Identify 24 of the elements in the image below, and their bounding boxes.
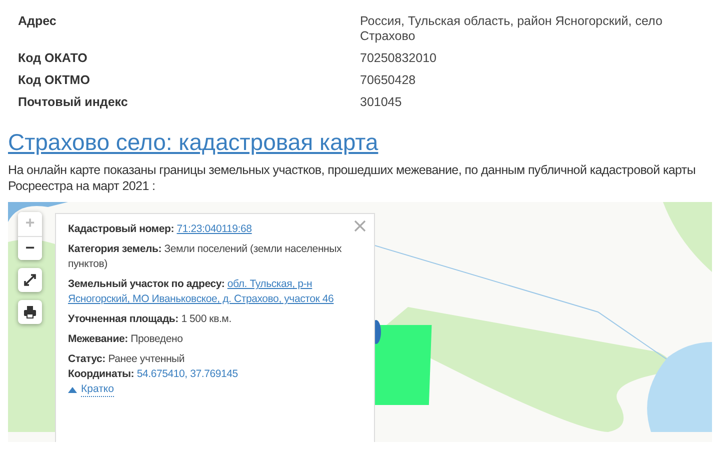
description-text: На онлайн карте показаны границы земельных участков, прошедших межевание, по данным публичной кадастровой карты Росреестра на март 2021 : [8, 162, 697, 194]
parcel-field: Координаты: 54.675410, 37.769145 [68, 367, 348, 382]
parcel-field: Категория земель: Земли поселений (земли населенных пунктов) [68, 242, 348, 272]
parcel-field: Земельный участок по адресу: обл. Тульская, р-н Ясногорский, МО Иваньковское, д. Страхово, участок 46 [68, 277, 348, 307]
print-button[interactable] [18, 300, 42, 324]
triangle-up-icon [68, 386, 77, 392]
info-label: Адрес [18, 14, 58, 30]
info-label: Код ОКТМО [18, 73, 91, 88]
info-value: 70650428 [360, 73, 417, 88]
info-value: Россия, Тульская область, район Ясногорский, село Страхово [360, 14, 664, 44]
fullscreen-button[interactable] [18, 268, 42, 292]
info-value: 301045 [360, 95, 403, 110]
section-heading-link[interactable]: Страхово село: кадастровая карта [8, 128, 720, 156]
info-label: Код ОКАТО [18, 51, 88, 66]
zoom-out-button[interactable]: − [18, 236, 42, 260]
printer-icon [23, 305, 37, 319]
parcel-field: Уточненная площадь: 1 500 кв.м. [68, 312, 348, 327]
parcel-field: Статус: Ранее учтенный [68, 352, 348, 367]
expand-arrows-icon [23, 273, 37, 287]
collapse-link[interactable]: Кратко [68, 382, 114, 397]
info-value: 70250832010 [360, 51, 438, 66]
parcel-field: Межевание: Проведено [68, 332, 348, 347]
info-label: Почтовый индекс [18, 95, 129, 110]
parcel-field: Кадастровый номер: 71:23:040119:68 [68, 222, 348, 237]
